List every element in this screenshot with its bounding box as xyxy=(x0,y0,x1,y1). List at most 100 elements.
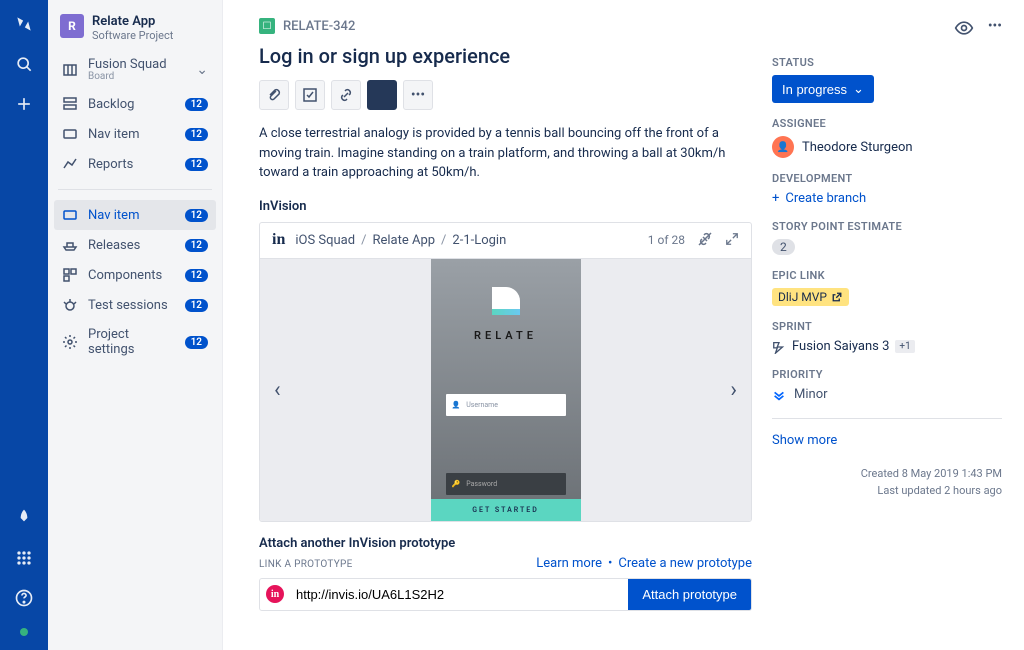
count-badge: 12 xyxy=(185,158,208,171)
issue-view: ☐ RELATE-342 Log in or sign up experienc… xyxy=(223,0,1024,650)
project-name: Relate App xyxy=(92,14,173,29)
sidebar-item-components[interactable]: Components 12 xyxy=(54,260,216,290)
status-dropdown[interactable]: In progress⌄ xyxy=(772,75,874,103)
create-prototype-link[interactable]: Create a new prototype xyxy=(618,556,752,571)
unlink-icon[interactable] xyxy=(697,231,713,250)
sprint-icon xyxy=(772,340,786,354)
prev-arrow-icon[interactable]: ‹ xyxy=(274,377,281,402)
priority-field[interactable]: Minor xyxy=(772,387,1002,402)
board-icon xyxy=(62,62,78,78)
show-more-link[interactable]: Show more xyxy=(772,418,1002,448)
chevron-down-icon: ⌄ xyxy=(853,81,864,97)
card-icon xyxy=(62,126,78,142)
sprint-label: SPRINT xyxy=(772,320,1002,333)
app-button[interactable] xyxy=(367,80,397,110)
sidebar-item-label: Reports xyxy=(88,157,175,172)
link-button[interactable] xyxy=(331,80,361,110)
assignee-name: Theodore Sturgeon xyxy=(802,140,913,155)
invision-logo-icon: in xyxy=(272,231,285,249)
assignee-label: ASSIGNEE xyxy=(772,117,1002,130)
sidebar-item-label: Nav item xyxy=(88,127,175,142)
sidebar-item-settings[interactable]: Project settings 12 xyxy=(54,320,216,364)
count-badge: 12 xyxy=(185,336,208,349)
global-rail xyxy=(0,0,48,650)
sidebar-item-label: Backlog xyxy=(88,97,175,112)
issue-content: ☐ RELATE-342 Log in or sign up experienc… xyxy=(259,18,752,650)
development-label: DEVELOPMENT xyxy=(772,172,1002,185)
prototype-url-input[interactable] xyxy=(290,579,628,610)
mockup-password: 🔑Password xyxy=(446,473,566,495)
bug-icon xyxy=(62,297,78,313)
epic-link[interactable]: DliJ MVP xyxy=(772,288,849,306)
reports-icon xyxy=(62,156,78,172)
crumb[interactable]: Relate App xyxy=(372,233,435,248)
watch-icon[interactable] xyxy=(954,18,974,42)
help-icon[interactable] xyxy=(14,588,34,608)
sidebar-item-nav[interactable]: Nav item 12 xyxy=(54,119,216,149)
avatar: 👤 xyxy=(772,136,794,158)
count-badge: 12 xyxy=(185,299,208,312)
project-type: Software Project xyxy=(92,29,173,42)
sprint-field[interactable]: Fusion Saiyans 3 +1 xyxy=(772,339,1002,354)
component-icon xyxy=(62,267,78,283)
invision-header: in iOS Squad/ Relate App/ 2-1-Login 1 of… xyxy=(260,223,751,259)
frame-counter: 1 of 28 xyxy=(648,233,685,247)
sidebar-item-backlog[interactable]: Backlog 12 xyxy=(54,89,216,119)
priority-label: PRIORITY xyxy=(772,368,1002,381)
mockup-frame: RELATE 👤Username 🔑Password GET STARTED xyxy=(431,259,581,521)
sidebar-item-label: Test sessions xyxy=(88,298,175,313)
issue-key[interactable]: RELATE-342 xyxy=(283,19,355,34)
priority-minor-icon xyxy=(772,388,786,402)
sidebar-item-reports[interactable]: Reports 12 xyxy=(54,149,216,179)
mockup-logo xyxy=(492,287,520,315)
invision-preview[interactable]: ‹ RELATE 👤Username 🔑Password GET STARTED… xyxy=(260,259,751,521)
invision-breadcrumbs[interactable]: iOS Squad/ Relate App/ 2-1-Login xyxy=(295,233,506,248)
subtask-button[interactable] xyxy=(295,80,325,110)
sidebar-item-nav2[interactable]: Nav item 12 xyxy=(54,200,216,230)
more-actions-icon[interactable]: ••• xyxy=(988,18,1002,42)
issue-title[interactable]: Log in or sign up experience xyxy=(259,44,752,68)
mockup-username: 👤Username xyxy=(446,394,566,416)
project-header[interactable]: R Relate App Software Project xyxy=(54,14,216,50)
storypoints-label: STORY POINT ESTIMATE xyxy=(772,220,1002,233)
assignee-field[interactable]: 👤 Theodore Sturgeon xyxy=(772,136,1002,158)
count-badge: 12 xyxy=(185,98,208,111)
project-sidebar: R Relate App Software Project Fusion Squ… xyxy=(48,0,223,650)
storypoints-value[interactable]: 2 xyxy=(772,239,795,255)
sidebar-item-label: Project settings xyxy=(88,327,175,357)
search-icon[interactable] xyxy=(14,54,34,74)
create-branch-link[interactable]: +Create branch xyxy=(772,191,1002,206)
invision-heading: InVision xyxy=(259,199,752,214)
issue-description[interactable]: A close terrestrial analogy is provided … xyxy=(259,124,752,183)
attach-button[interactable] xyxy=(259,80,289,110)
rocket-icon[interactable] xyxy=(14,508,34,528)
created-timestamp: Created 8 May 2019 1:43 PM xyxy=(772,466,1002,483)
attach-prototype-button[interactable]: Attach prototype xyxy=(628,579,751,610)
sidebar-item-board[interactable]: Fusion SquadBoard ⌄ xyxy=(54,50,216,89)
epic-label: EPIC LINK xyxy=(772,269,1002,282)
story-type-icon: ☐ xyxy=(259,18,275,34)
mockup-brand: RELATE xyxy=(474,329,537,342)
next-arrow-icon[interactable]: › xyxy=(730,377,737,402)
sidebar-item-tests[interactable]: Test sessions 12 xyxy=(54,290,216,320)
sidebar-item-releases[interactable]: Releases 12 xyxy=(54,230,216,260)
app-switcher-icon[interactable] xyxy=(14,14,34,34)
count-badge: 12 xyxy=(185,209,208,222)
status-label: STATUS xyxy=(772,56,1002,69)
crumb[interactable]: 2-1-Login xyxy=(452,233,506,248)
sidebar-item-label: Releases xyxy=(88,238,175,253)
learn-more-link[interactable]: Learn more xyxy=(536,556,602,571)
invision-card: in iOS Squad/ Relate App/ 2-1-Login 1 of… xyxy=(259,222,752,522)
mockup-cta: GET STARTED xyxy=(431,499,581,521)
expand-icon[interactable] xyxy=(725,232,739,249)
crumb[interactable]: iOS Squad xyxy=(295,233,355,248)
app-grid-icon[interactable] xyxy=(14,548,34,568)
sidebar-item-label: Components xyxy=(88,268,175,283)
sprint-more-badge: +1 xyxy=(895,340,914,353)
create-icon[interactable] xyxy=(14,94,34,114)
count-badge: 12 xyxy=(185,239,208,252)
gear-icon xyxy=(62,334,78,350)
backlog-icon xyxy=(62,96,78,112)
more-button[interactable]: ••• xyxy=(403,80,433,110)
plus-icon: + xyxy=(772,191,779,206)
